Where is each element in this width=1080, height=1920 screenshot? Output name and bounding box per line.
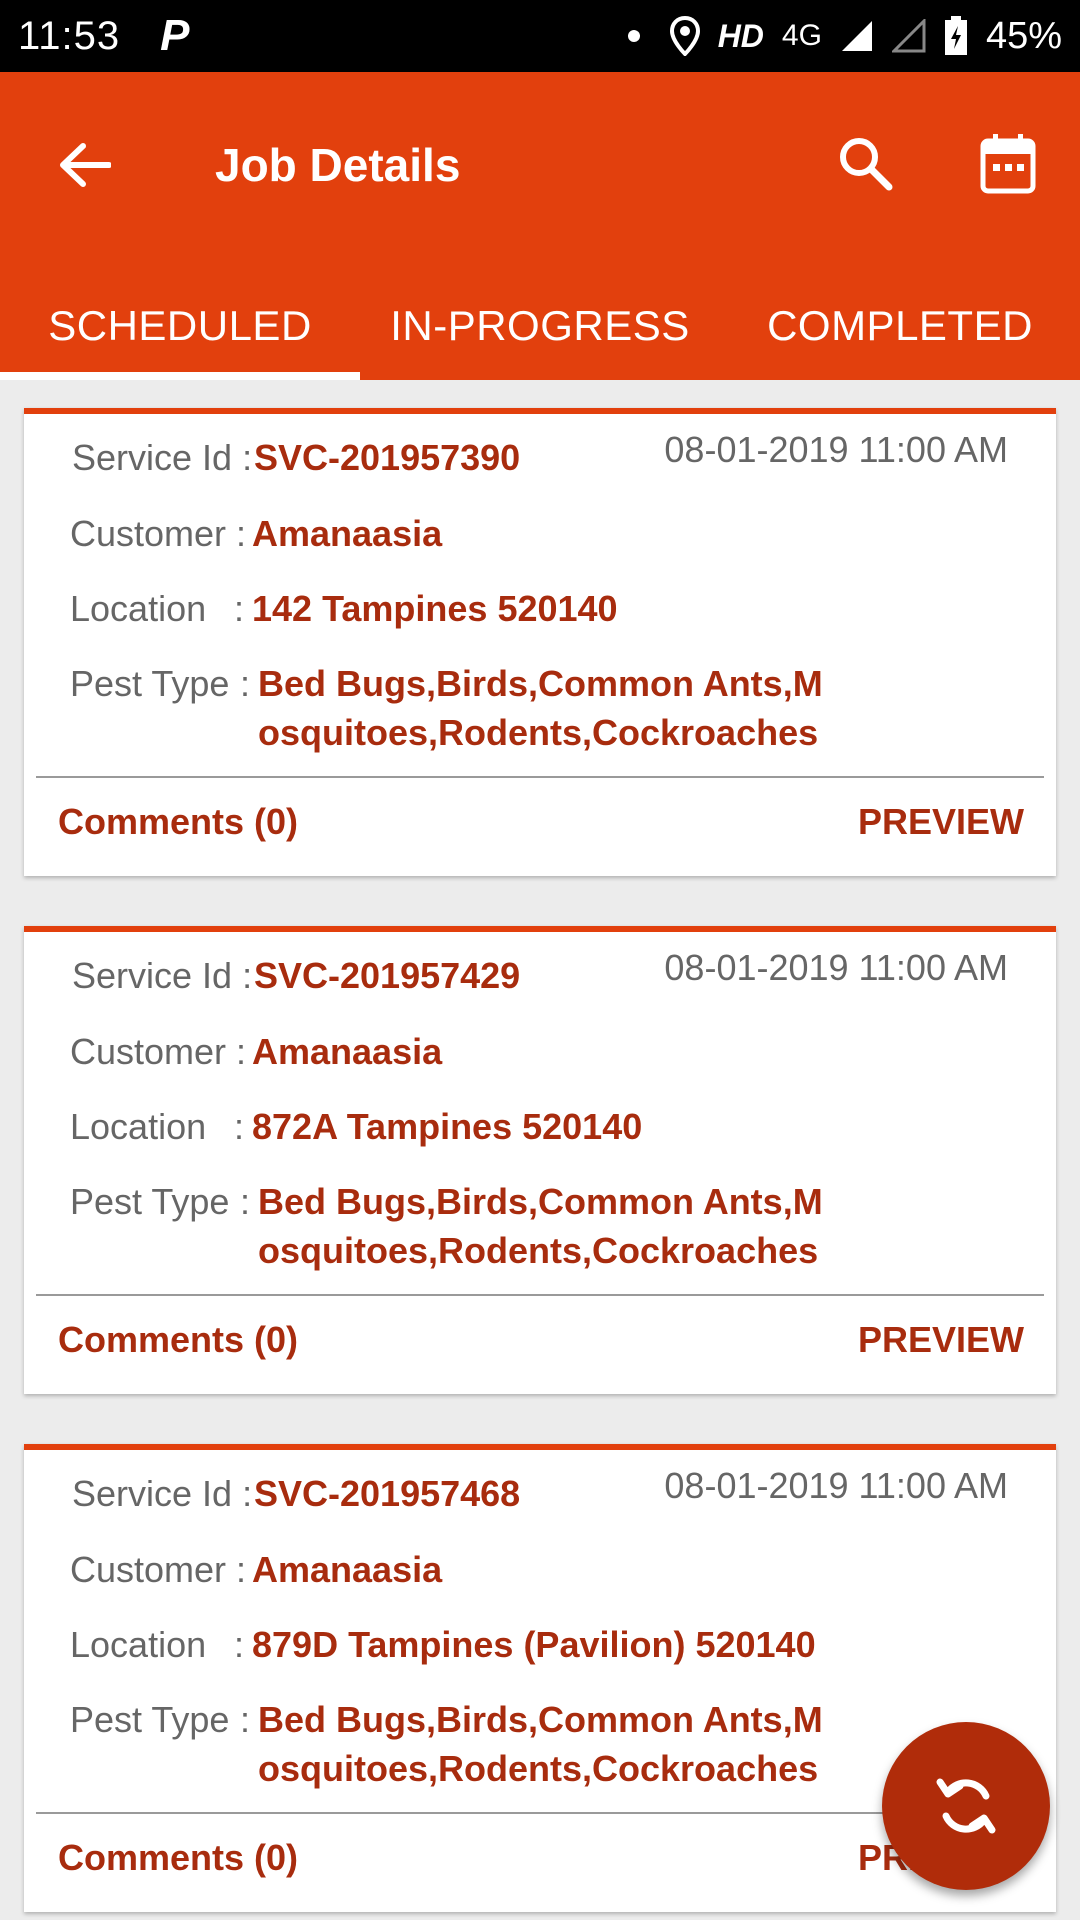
location-colon: :: [234, 1624, 245, 1665]
page-title: Job Details: [215, 139, 461, 191]
pest-type-colon: :: [240, 1699, 251, 1740]
search-button[interactable]: [830, 128, 900, 198]
calendar-icon: [980, 134, 1036, 194]
customer-value: Amanaasia: [252, 1549, 443, 1590]
service-id-value: SVC-201957429: [254, 955, 521, 996]
customer-label: Customer :: [70, 1031, 247, 1072]
job-list[interactable]: Service Id : SVC-201957390 08-01-2019 11…: [0, 380, 1080, 1920]
battery-charging-icon: [944, 16, 967, 55]
notification-dot-icon: [627, 30, 640, 42]
signal-strong-icon: [841, 21, 872, 51]
pest-type-label: Pest Type: [70, 663, 230, 704]
tab-in-progress[interactable]: IN-PROGRESS: [360, 272, 720, 380]
customer-value: Amanaasia: [252, 513, 443, 554]
status-icons: HD 4G 45%: [627, 14, 1062, 58]
location-value: 142 Tampines 520140: [252, 588, 618, 629]
calendar-button[interactable]: [972, 124, 1044, 202]
card-divider: [36, 776, 1044, 778]
location-label: Location: [70, 1106, 207, 1147]
status-time: 11:53: [18, 13, 121, 58]
job-datetime: 08-01-2019 11:00 AM: [664, 1465, 1008, 1506]
service-id-label: Service Id :: [72, 955, 253, 996]
location-label: Location: [70, 588, 207, 629]
job-status-tabs: SCHEDULED IN-PROGRESS COMPLETED: [0, 272, 1080, 380]
pest-type-value-line2: osquitoes,Rodents,Cockroaches: [258, 1230, 819, 1271]
location-colon: :: [234, 1106, 245, 1147]
parking-app-indicator: P: [160, 11, 190, 60]
pest-type-value-line1: Bed Bugs,Birds,Common Ants,M: [258, 663, 823, 704]
pest-type-value-line2: osquitoes,Rodents,Cockroaches: [258, 712, 819, 753]
service-id-label: Service Id :: [72, 437, 253, 478]
location-label: Location: [70, 1624, 207, 1665]
signal-empty-icon: [891, 19, 926, 53]
job-datetime: 08-01-2019 11:00 AM: [664, 429, 1008, 470]
customer-label: Customer :: [70, 513, 247, 554]
preview-button[interactable]: PREVIEW: [858, 1316, 1024, 1364]
customer-label: Customer :: [70, 1549, 247, 1590]
search-icon: [840, 138, 893, 191]
card-divider: [36, 1294, 1044, 1296]
job-card[interactable]: Service Id : SVC-201957429 08-01-2019 11…: [24, 926, 1056, 1394]
service-id-value: SVC-201957390: [254, 437, 521, 478]
job-card[interactable]: Service Id : SVC-201957390 08-01-2019 11…: [24, 408, 1056, 876]
back-arrow-icon: [60, 143, 111, 187]
location-value: 879D Tampines (Pavilion) 520140: [252, 1624, 816, 1665]
location-colon: :: [234, 588, 245, 629]
pest-type-label: Pest Type: [70, 1699, 230, 1740]
comments-link[interactable]: Comments (0): [58, 1316, 298, 1364]
service-id-value: SVC-201957468: [254, 1473, 521, 1514]
preview-button[interactable]: PREVIEW: [858, 798, 1024, 846]
pest-type-value-line1: Bed Bugs,Birds,Common Ants,M: [258, 1181, 823, 1222]
tab-scheduled[interactable]: SCHEDULED: [0, 272, 360, 380]
battery-percent: 45%: [985, 14, 1062, 57]
pest-type-colon: :: [240, 1181, 251, 1222]
app-bar: Job Details SCHEDULED IN-PROGRESS COMPLE…: [0, 72, 1080, 380]
job-datetime: 08-01-2019 11:00 AM: [664, 947, 1008, 988]
sync-icon: [936, 1778, 996, 1834]
location-pin-icon: [669, 16, 700, 56]
sync-button[interactable]: [882, 1722, 1050, 1890]
pest-type-value-line1: Bed Bugs,Birds,Common Ants,M: [258, 1699, 823, 1740]
comments-link[interactable]: Comments (0): [58, 1834, 298, 1882]
pest-type-colon: :: [240, 663, 251, 704]
pest-type-label: Pest Type: [70, 1181, 230, 1222]
back-button[interactable]: [50, 130, 120, 200]
tab-completed[interactable]: COMPLETED: [720, 272, 1080, 380]
comments-link[interactable]: Comments (0): [58, 798, 298, 846]
hd-label: HD: [717, 17, 764, 54]
pest-type-value-line2: osquitoes,Rodents,Cockroaches: [258, 1748, 819, 1789]
network-type: 4G: [781, 19, 822, 52]
location-value: 872A Tampines 520140: [252, 1106, 643, 1147]
service-id-label: Service Id :: [72, 1473, 253, 1514]
customer-value: Amanaasia: [252, 1031, 443, 1072]
status-bar: 11:53 P HD 4G 45%: [0, 0, 1080, 72]
